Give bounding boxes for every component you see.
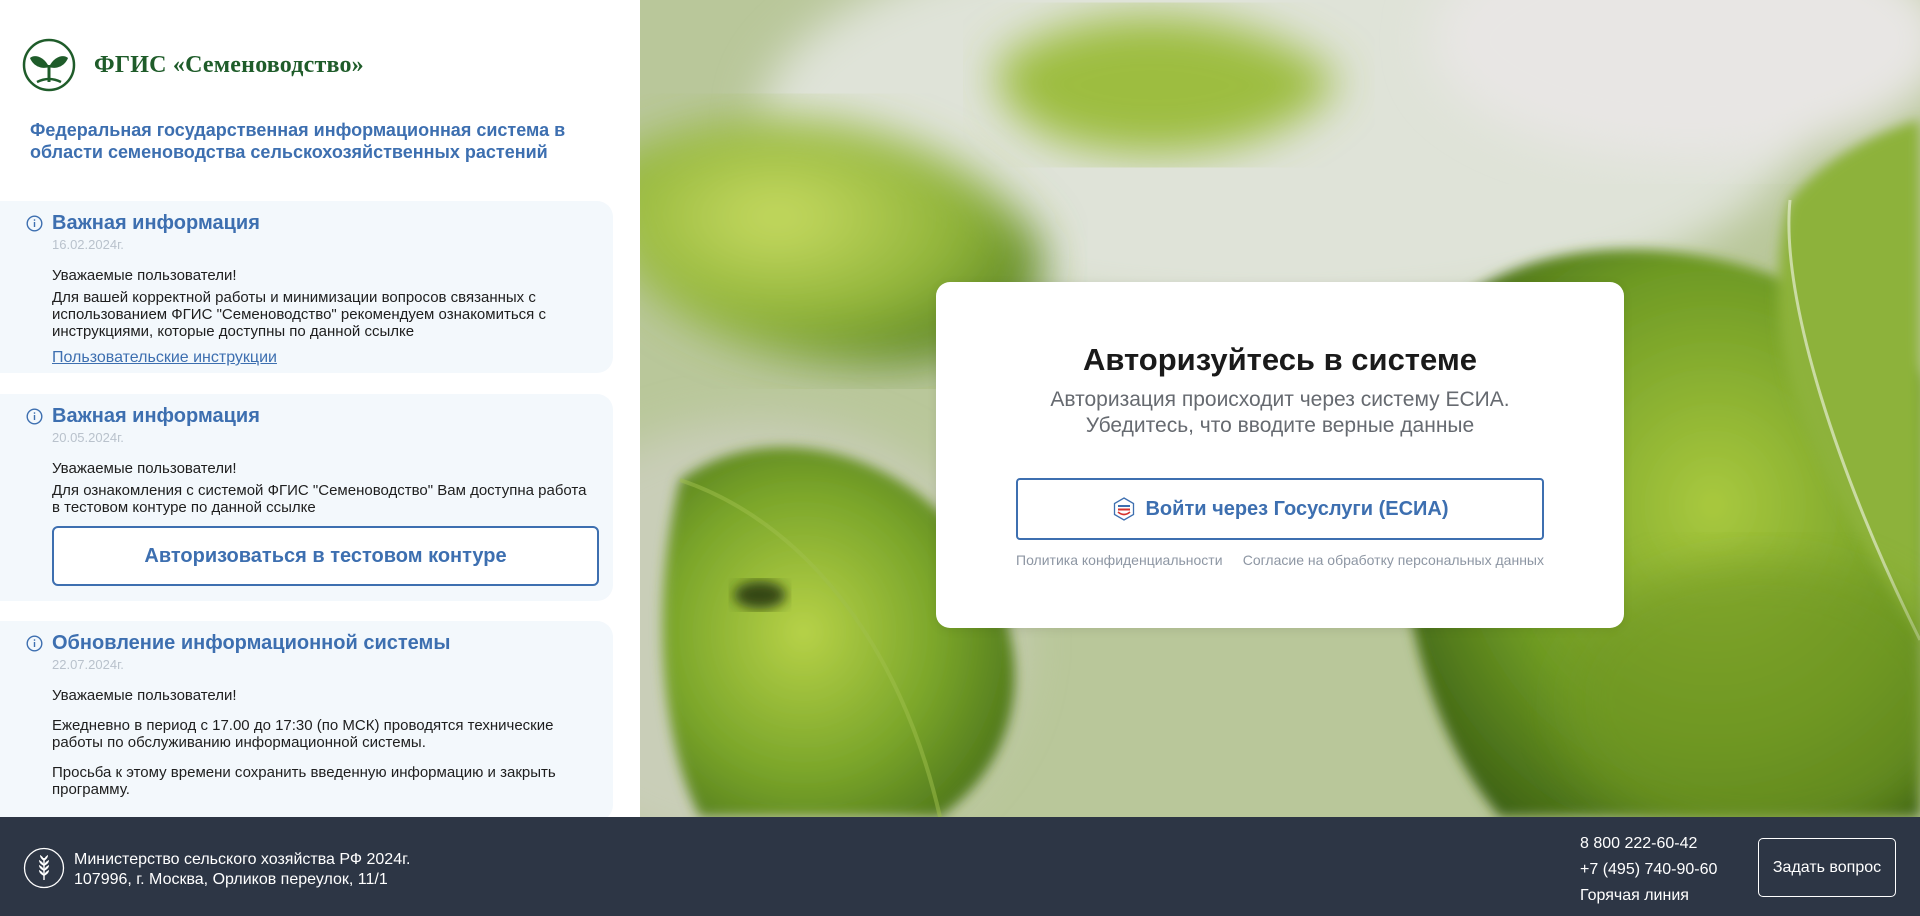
auth-card: Авторизуйтесь в системе Авторизация прои… bbox=[936, 282, 1624, 628]
news-greeting: Уважаемые пользователи! bbox=[52, 687, 237, 704]
auth-subtitle-line2: Убедитесь, что вводите верные данные bbox=[1085, 414, 1475, 437]
ministry-info: Министерство сельского хозяйства РФ 2024… bbox=[74, 850, 410, 890]
hotline-label: Горячая линия bbox=[1580, 887, 1689, 904]
news-date: 22.07.2024г. bbox=[52, 657, 124, 672]
info-icon bbox=[26, 635, 43, 652]
ministry-name: Министерство сельского хозяйства РФ 2024… bbox=[74, 851, 411, 868]
test-contour-button[interactable]: Авторизоваться в тестовом контуре bbox=[52, 526, 599, 586]
info-icon bbox=[26, 215, 43, 232]
news-date: 16.02.2024г. bbox=[52, 237, 124, 252]
info-icon bbox=[26, 408, 43, 425]
news-body: Для ознакомления с системой ФГИС "Семено… bbox=[52, 482, 587, 516]
personal-data-consent-link[interactable]: Согласие на обработку персональных данны… bbox=[1243, 552, 1544, 568]
news-body: Просьба к этому времени сохранить введен… bbox=[52, 764, 556, 798]
user-instructions-link[interactable]: Пользовательские инструкции bbox=[52, 349, 277, 367]
esia-login-label: Войти через Госуслуги (ЕСИА) bbox=[1145, 497, 1449, 520]
wheat-emblem-icon bbox=[23, 847, 65, 889]
auth-subtitle: Авторизация происходит через систему ЕСИ… bbox=[936, 387, 1624, 439]
privacy-policy-link[interactable]: Политика конфиденциальности bbox=[1016, 552, 1223, 568]
news-card: Важная информация 20.05.2024г. Уважаемые… bbox=[0, 394, 613, 601]
phone-free[interactable]: 8 800 222-60-42 bbox=[1580, 831, 1717, 857]
news-title: Обновление информационной системы bbox=[52, 632, 451, 654]
esia-login-button[interactable]: Войти через Госуслуги (ЕСИА) bbox=[1016, 478, 1544, 540]
auth-subtitle-line1: Авторизация происходит через систему ЕСИ… bbox=[1050, 388, 1510, 411]
brand-subtitle: Федеральная государственная информационн… bbox=[30, 120, 566, 162]
news-card: Важная информация 16.02.2024г. Уважаемые… bbox=[0, 201, 613, 373]
footer: Министерство сельского хозяйства РФ 2024… bbox=[0, 817, 1920, 916]
left-panel: ФГИС «Семеноводство» Федеральная государ… bbox=[0, 0, 640, 817]
ask-question-button[interactable]: Задать вопрос bbox=[1758, 838, 1896, 897]
phone-moscow[interactable]: +7 (495) 740-90-60 bbox=[1580, 857, 1717, 883]
news-title: Важная информация bbox=[52, 212, 260, 234]
gosuslugi-icon bbox=[1114, 497, 1135, 521]
news-greeting: Уважаемые пользователи! bbox=[52, 267, 237, 284]
news-card: Обновление информационной системы 22.07.… bbox=[0, 621, 613, 817]
brand[interactable]: ФГИС «Семеноводство» bbox=[22, 38, 364, 92]
news-greeting: Уважаемые пользователи! bbox=[52, 460, 237, 477]
ministry-address: 107996, г. Москва, Орликов переулок, 11/… bbox=[74, 871, 388, 888]
contacts: 8 800 222-60-42 +7 (495) 740-90-60 Горяч… bbox=[1580, 831, 1717, 909]
news-body: Для вашей корректной работы и минимизаци… bbox=[52, 289, 546, 340]
news-body: Ежедневно в период с 17.00 до 17:30 (по … bbox=[52, 717, 554, 751]
news-date: 20.05.2024г. bbox=[52, 430, 124, 445]
sprout-logo-icon bbox=[22, 38, 76, 92]
news-title: Важная информация bbox=[52, 405, 260, 427]
auth-links: Политика конфиденциальности Согласие на … bbox=[1016, 552, 1544, 568]
auth-title: Авторизуйтесь в системе bbox=[1083, 342, 1477, 377]
brand-name: ФГИС «Семеноводство» bbox=[94, 51, 364, 78]
